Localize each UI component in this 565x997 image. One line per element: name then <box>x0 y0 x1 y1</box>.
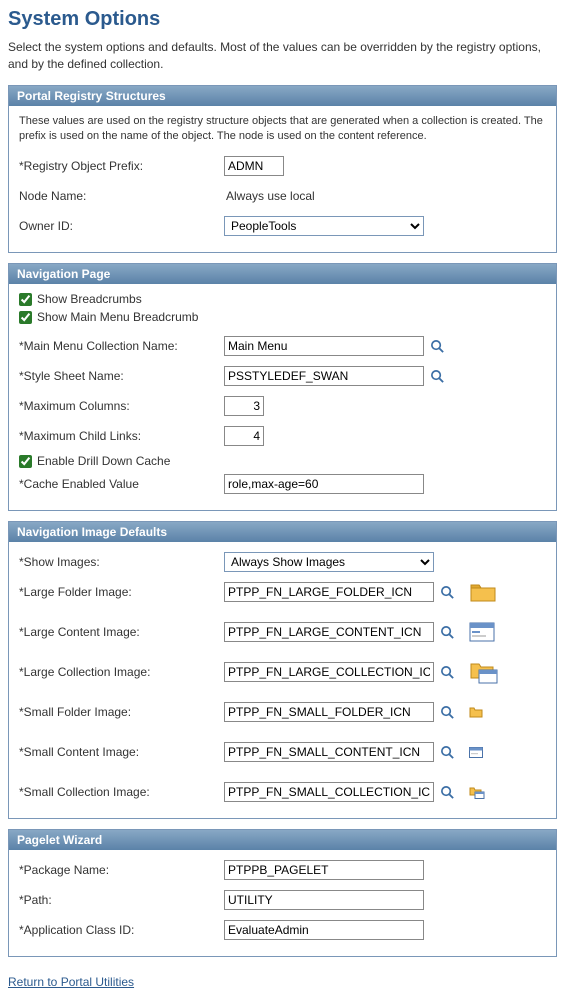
drill-down-checkbox[interactable] <box>19 455 32 468</box>
return-link[interactable]: Return to Portal Utilities <box>8 975 134 989</box>
show-breadcrumbs-label: Show Breadcrumbs <box>37 292 142 306</box>
panel-pagelet-header: Pagelet Wizard <box>9 830 556 850</box>
max-columns-label: *Maximum Columns: <box>19 399 224 413</box>
lookup-icon[interactable] <box>440 665 455 680</box>
sm-content-input[interactable] <box>224 742 434 762</box>
panel-navigation-header: Navigation Page <box>9 264 556 284</box>
lookup-icon[interactable] <box>440 785 455 800</box>
page-intro: Select the system options and defaults. … <box>8 39 557 73</box>
max-columns-input[interactable] <box>224 396 264 416</box>
lookup-icon[interactable] <box>440 585 455 600</box>
collection-large-icon <box>469 660 499 684</box>
show-images-label: *Show Images: <box>19 555 224 569</box>
panel-registry: Portal Registry Structures These values … <box>8 85 557 254</box>
max-child-input[interactable] <box>224 426 264 446</box>
sm-folder-input[interactable] <box>224 702 434 722</box>
show-mm-breadcrumb-checkbox[interactable] <box>19 311 32 324</box>
lookup-icon[interactable] <box>440 705 455 720</box>
app-class-input[interactable] <box>224 920 424 940</box>
show-images-select[interactable]: Always Show Images <box>224 552 434 572</box>
page-title: System Options <box>8 8 557 31</box>
panel-navigation: Navigation Page Show Breadcrumbs Show Ma… <box>8 263 557 511</box>
node-name-value: Always use local <box>224 189 315 203</box>
lookup-icon[interactable] <box>430 339 445 354</box>
app-class-label: *Application Class ID: <box>19 923 224 937</box>
style-sheet-label: *Style Sheet Name: <box>19 369 224 383</box>
cache-value-label: *Cache Enabled Value <box>19 477 224 491</box>
lg-collection-input[interactable] <box>224 662 434 682</box>
show-mm-breadcrumb-label: Show Main Menu Breadcrumb <box>37 310 198 324</box>
mm-collection-input[interactable] <box>224 336 424 356</box>
content-large-icon <box>469 622 495 642</box>
lookup-icon[interactable] <box>430 369 445 384</box>
panel-pagelet: Pagelet Wizard *Package Name: *Path: *Ap… <box>8 829 557 957</box>
lg-content-input[interactable] <box>224 622 434 642</box>
node-name-label: Node Name: <box>19 189 224 203</box>
registry-prefix-input[interactable] <box>224 156 284 176</box>
show-breadcrumbs-checkbox[interactable] <box>19 293 32 306</box>
sm-content-label: *Small Content Image: <box>19 745 224 759</box>
drill-down-label: Enable Drill Down Cache <box>37 454 170 468</box>
lg-collection-label: *Large Collection Image: <box>19 665 224 679</box>
panel-image-defaults: Navigation Image Defaults *Show Images: … <box>8 521 557 819</box>
panel-registry-header: Portal Registry Structures <box>9 86 556 106</box>
path-input[interactable] <box>224 890 424 910</box>
style-sheet-input[interactable] <box>224 366 424 386</box>
sm-collection-input[interactable] <box>224 782 434 802</box>
lg-content-label: *Large Content Image: <box>19 625 224 639</box>
sm-folder-label: *Small Folder Image: <box>19 705 224 719</box>
max-child-label: *Maximum Child Links: <box>19 429 224 443</box>
lookup-icon[interactable] <box>440 625 455 640</box>
lookup-icon[interactable] <box>440 745 455 760</box>
registry-prefix-label: *Registry Object Prefix: <box>19 159 224 173</box>
mm-collection-label: *Main Menu Collection Name: <box>19 339 224 353</box>
owner-id-label: Owner ID: <box>19 219 224 233</box>
lg-folder-input[interactable] <box>224 582 434 602</box>
path-label: *Path: <box>19 893 224 907</box>
folder-large-icon <box>469 581 497 603</box>
owner-id-select[interactable]: PeopleTools <box>224 216 424 236</box>
package-name-input[interactable] <box>224 860 424 880</box>
folder-small-icon <box>469 706 483 718</box>
cache-value-input[interactable] <box>224 474 424 494</box>
panel-registry-desc: These values are used on the registry st… <box>19 114 546 145</box>
collection-small-icon <box>469 786 485 799</box>
lg-folder-label: *Large Folder Image: <box>19 585 224 599</box>
package-name-label: *Package Name: <box>19 863 224 877</box>
content-small-icon <box>469 747 483 758</box>
panel-image-defaults-header: Navigation Image Defaults <box>9 522 556 542</box>
sm-collection-label: *Small Collection Image: <box>19 785 224 799</box>
